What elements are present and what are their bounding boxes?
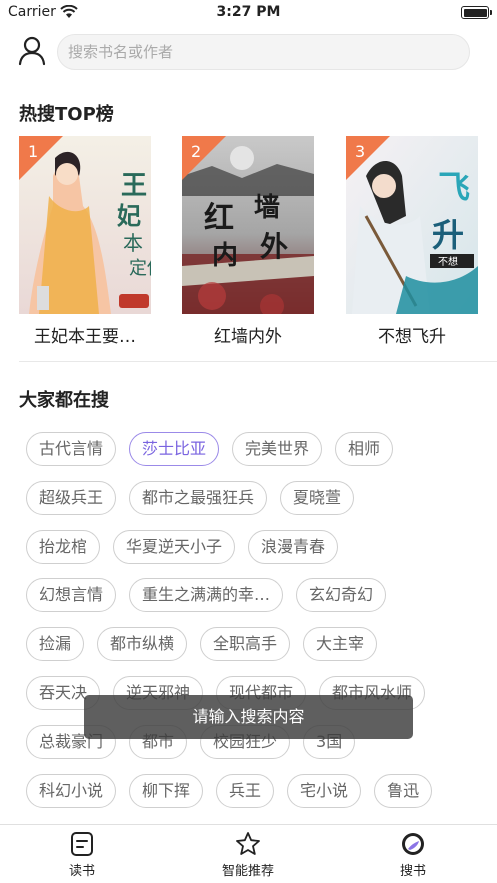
search-tag[interactable]: 兵王 [216, 773, 275, 808]
tab-bar: 读书 智能推荐 搜书 [0, 824, 497, 883]
book-title[interactable]: 王妃本王要… [19, 322, 151, 347]
search-header [0, 32, 497, 72]
search-tag[interactable]: 鲁迅 [374, 773, 433, 808]
search-tag[interactable]: 夏晓萱 [280, 480, 355, 515]
book-title[interactable]: 不想飞升 [346, 322, 478, 347]
search-tag[interactable]: 宅小说 [287, 773, 362, 808]
search-tag[interactable]: 抬龙棺 [26, 529, 101, 564]
tag-row: 古代言情 莎士比亚 完美世界 相师 [26, 432, 486, 468]
search-tag[interactable]: 全职高手 [200, 627, 291, 662]
book-icon [71, 832, 93, 856]
svg-text:外: 外 [260, 230, 288, 263]
rank-number: 3 [355, 142, 366, 161]
popular-tags: 古代言情 莎士比亚 完美世界 相师 超级兵王 都市之最强狂兵 夏晓萱 抬龙棺 华夏逆天小子 浪漫青… [26, 432, 486, 822]
search-bar[interactable] [57, 34, 470, 70]
search-tag[interactable]: 都市纵横 [97, 627, 188, 662]
svg-text:定你: 定你 [129, 258, 151, 279]
tag-row: 抬龙棺 华夏逆天小子 浪漫青春 [26, 529, 486, 566]
status-time: 3:27 PM [216, 4, 281, 20]
svg-text:飞: 飞 [438, 168, 470, 206]
book-card[interactable]: 飞 升 不想 3 不想飞升 [346, 136, 478, 347]
search-tag[interactable]: 玄幻奇幻 [296, 578, 387, 613]
rank-badge [19, 136, 63, 180]
tab-search[interactable]: 搜书 [363, 829, 463, 881]
hot-section-title: 热搜TOP榜 [19, 104, 114, 125]
search-icon [402, 833, 424, 855]
book-card[interactable]: 红 墙 内 外 2 红墙内外 [182, 136, 314, 347]
search-tag[interactable]: 完美世界 [232, 432, 323, 466]
search-tag[interactable]: 大主宰 [303, 627, 378, 662]
top-books-list: 王 妃 本 定你 1 王妃本王要… [19, 136, 479, 347]
book-cover[interactable]: 红 墙 内 外 2 [182, 136, 314, 314]
search-tag[interactable]: 古代言情 [26, 432, 117, 466]
tag-row: 幻想言情 重生之满满的幸… 玄幻奇幻 [26, 578, 486, 614]
svg-text:不想: 不想 [438, 255, 458, 268]
toast-message: 请输入搜索内容 [84, 695, 413, 739]
search-input[interactable] [58, 35, 469, 69]
tab-label: 读书 [68, 864, 95, 879]
search-tag[interactable]: 相师 [335, 432, 394, 466]
svg-text:墙: 墙 [254, 193, 280, 223]
search-tag[interactable]: 重生之满满的幸… [129, 578, 284, 613]
user-icon[interactable] [18, 36, 46, 66]
svg-text:升: 升 [432, 216, 464, 254]
rank-number: 2 [191, 142, 202, 161]
svg-text:本: 本 [123, 231, 143, 255]
popular-section-title: 大家都在搜 [19, 390, 109, 411]
book-title[interactable]: 红墙内外 [182, 322, 314, 347]
svg-text:王: 王 [121, 171, 147, 201]
search-tag[interactable]: 科幻小说 [26, 773, 117, 808]
search-tag[interactable]: 华夏逆天小子 [113, 529, 236, 564]
tab-label: 智能推荐 [221, 864, 274, 879]
search-tag[interactable]: 浪漫青春 [248, 529, 339, 564]
book-card[interactable]: 王 妃 本 定你 1 王妃本王要… [19, 136, 151, 347]
svg-text:红: 红 [204, 201, 234, 236]
search-tag[interactable]: 莎士比亚 [129, 432, 220, 466]
rank-badge [346, 136, 390, 180]
search-tag[interactable]: 超级兵王 [26, 480, 117, 515]
section-divider [19, 361, 497, 362]
rank-number: 1 [28, 142, 39, 161]
tag-row: 超级兵王 都市之最强狂兵 夏晓萱 [26, 480, 486, 517]
search-tag[interactable]: 幻想言情 [26, 578, 117, 613]
search-tag[interactable]: 柳下挥 [129, 773, 204, 808]
svg-text:内: 内 [212, 241, 238, 271]
tag-row: 捡漏 都市纵横 全职高手 大主宰 [26, 627, 486, 663]
svg-text:妃: 妃 [117, 201, 141, 230]
rank-badge [182, 136, 226, 180]
search-tag[interactable]: 捡漏 [26, 627, 85, 662]
book-cover[interactable]: 王 妃 本 定你 1 [19, 136, 151, 314]
tag-row: 科幻小说 柳下挥 兵王 宅小说 鲁迅 [26, 773, 486, 810]
star-icon [236, 832, 260, 855]
book-cover[interactable]: 飞 升 不想 3 [346, 136, 478, 314]
tab-label: 搜书 [399, 864, 426, 879]
battery-icon [461, 6, 492, 19]
search-tag[interactable]: 都市之最强狂兵 [129, 480, 268, 515]
status-bar: Carrier 3:27 PM [0, 0, 497, 26]
tab-read[interactable]: 读书 [32, 829, 132, 881]
search-page: Carrier 3:27 PM 热搜TOP榜 [0, 0, 497, 883]
tab-recommend[interactable]: 智能推荐 [198, 829, 298, 881]
